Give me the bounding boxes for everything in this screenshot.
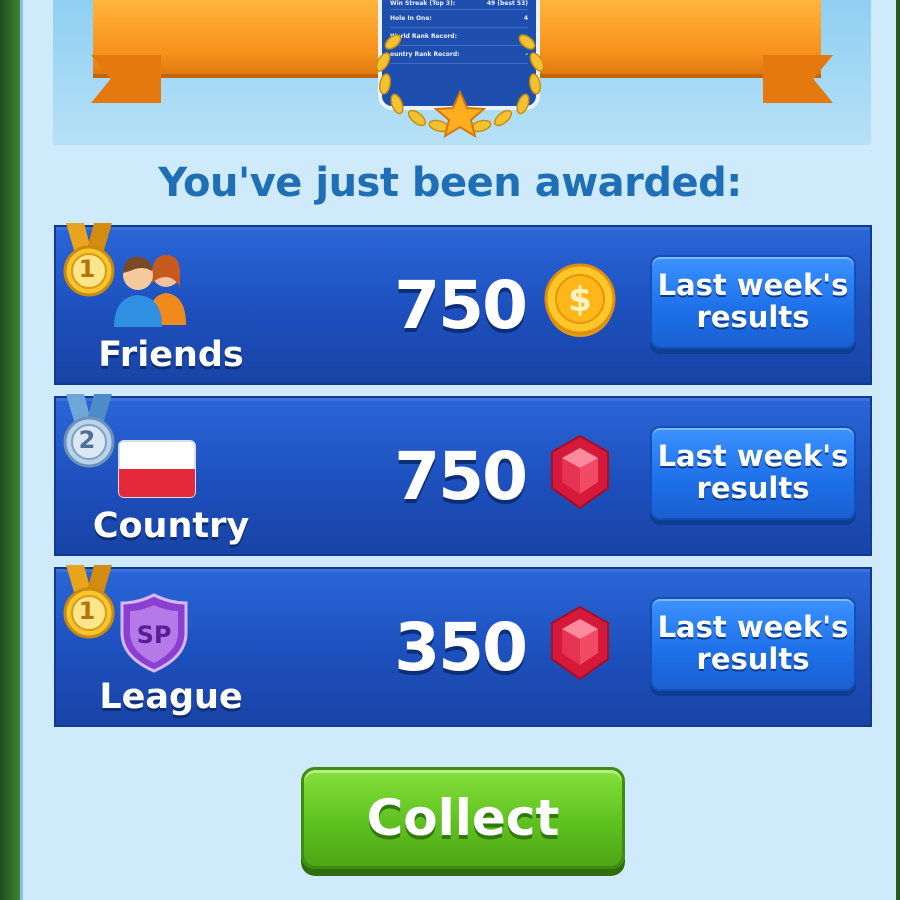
poland-flag-icon <box>118 440 196 498</box>
medal-rank: 1 <box>78 255 96 283</box>
button-label-line: results <box>696 300 810 334</box>
league-shield-icon: SP <box>120 593 188 673</box>
stat-value: 49 (best 53) <box>486 0 528 7</box>
reward-amount: 350 <box>394 609 528 686</box>
category-label: Friends <box>98 335 244 375</box>
category-label: League <box>99 677 243 717</box>
svg-text:$: $ <box>568 280 592 320</box>
collect-button[interactable]: Collect <box>301 767 625 869</box>
banner: Win Streak (Top 3): 49 (best 53) Hole In… <box>53 0 871 145</box>
stat-label: Win Streak (Top 3): <box>390 0 456 7</box>
award-row-country: 2 Country 750 Last week's results <box>54 394 872 556</box>
award-row-league: 1 SP League 350 Last week's results <box>54 565 872 727</box>
coin-icon: $ <box>544 263 616 337</box>
button-label-line: results <box>696 471 810 505</box>
awarded-heading: You've just been awarded: <box>158 160 742 206</box>
button-label-line: results <box>696 642 810 676</box>
league-badge-text: SP <box>137 621 172 649</box>
reward-amount: 750 <box>394 438 528 515</box>
award-row-friends: 1 Friends 750 $ Last week's results <box>54 223 872 385</box>
stat-row: Win Streak (Top 3): 49 (best 53) <box>390 0 528 10</box>
friends-icon <box>114 255 186 327</box>
gem-icon <box>551 605 609 681</box>
button-label-line: Last week's <box>657 268 849 302</box>
gem-icon <box>551 434 609 510</box>
ribbon-tail-right <box>763 55 833 103</box>
ribbon-tail-left <box>91 55 161 103</box>
category-label: Country <box>92 506 250 546</box>
last-week-results-button[interactable]: Last week's results <box>650 426 856 520</box>
last-week-results-button[interactable]: Last week's results <box>650 255 856 349</box>
button-label-line: Last week's <box>657 439 849 473</box>
medal-rank: 2 <box>78 426 96 454</box>
medal-rank: 1 <box>78 597 96 625</box>
laurel-star-icon <box>375 34 545 139</box>
reward-amount: 750 <box>394 267 528 344</box>
button-label-line: Last week's <box>657 610 849 644</box>
last-week-results-button[interactable]: Last week's results <box>650 597 856 691</box>
